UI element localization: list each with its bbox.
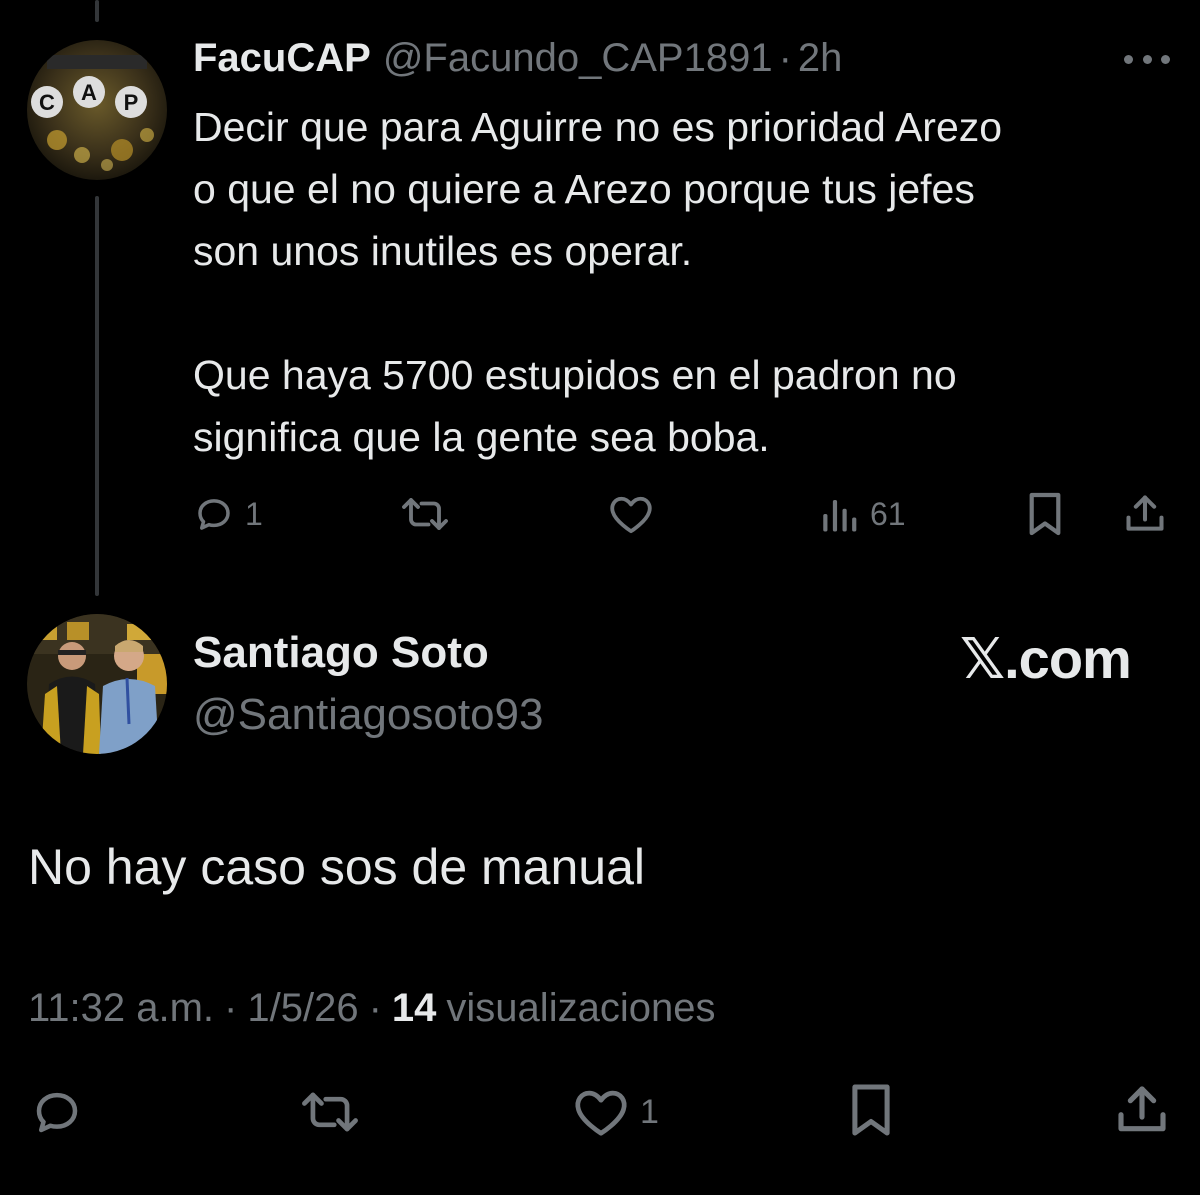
main-bookmark-button[interactable] (848, 1080, 894, 1140)
heart-icon (610, 496, 652, 534)
main-tweet-text: No hay caso sos de manual (28, 839, 646, 895)
tweet-time[interactable]: 11:32 a.m. (28, 986, 214, 1031)
tweet-views-count[interactable]: 14 (392, 986, 437, 1031)
bookmark-icon (1029, 492, 1061, 536)
reply-body: Decir que para Aguirre no es prioridad A… (193, 96, 1153, 468)
svg-text:C: C (39, 90, 55, 115)
main-author-name[interactable]: Santiago Soto (193, 628, 489, 678)
reply-header: FacuCAP @Facundo_CAP1891 · 2h (193, 36, 842, 86)
meta-separator: · (368, 986, 382, 1030)
speech-bubble-icon (198, 499, 230, 530)
reply-count: 1 (245, 495, 263, 532)
thread-connector (95, 196, 99, 596)
reply-text-line: Decir que para Aguirre no es prioridad A… (193, 104, 1003, 150)
reply-separator: · (778, 36, 792, 80)
more-options-icon[interactable] (1120, 48, 1174, 70)
meta-separator: · (224, 986, 238, 1030)
heart-icon (575, 1090, 627, 1136)
reply-text-line: Que haya 5700 estupidos en el padron no (193, 352, 957, 398)
bookmark-button[interactable] (1026, 484, 1064, 544)
views-button[interactable]: 61 (818, 484, 906, 544)
main-reply-button[interactable] (30, 1082, 94, 1142)
main-like-button[interactable]: 1 (572, 1082, 659, 1142)
bookmark-icon (852, 1084, 890, 1136)
share-button[interactable] (1123, 484, 1167, 544)
reply-text-line: son unos inutiles es operar. (193, 228, 693, 274)
svg-text:A: A (81, 80, 97, 105)
main-author-handle[interactable]: @Santiagosoto93 (193, 690, 543, 740)
speech-bubble-icon (36, 1092, 78, 1133)
main-repost-button[interactable] (298, 1082, 372, 1142)
tweet-date[interactable]: 1/5/26 (247, 986, 358, 1031)
bar-chart-icon (823, 500, 857, 532)
views-count: 61 (870, 495, 906, 532)
reply-button[interactable]: 1 (193, 484, 263, 544)
repost-arrows-icon (402, 498, 448, 530)
share-upload-icon (1118, 1086, 1166, 1132)
tweet-views-label[interactable]: visualizaciones (446, 986, 715, 1031)
facucap-avatar[interactable]: C A P (27, 40, 167, 180)
share-upload-icon (1126, 495, 1164, 531)
reply-action-bar: 1 61 (193, 484, 1173, 544)
svg-text:P: P (124, 90, 139, 115)
reply-timestamp[interactable]: 2h (798, 36, 843, 81)
santiago-soto-avatar[interactable] (27, 614, 167, 754)
reply-author-name[interactable]: FacuCAP (193, 36, 371, 81)
repost-arrows-icon (302, 1092, 358, 1132)
repost-button[interactable] (398, 484, 462, 544)
reply-author-handle[interactable]: @Facundo_CAP1891 (383, 36, 773, 81)
thread-connector-top (95, 0, 99, 22)
main-like-count: 1 (640, 1092, 659, 1131)
reply-text-line: significa que la gente sea boba. (193, 414, 770, 460)
like-button[interactable] (608, 484, 664, 544)
main-share-button[interactable] (1114, 1080, 1170, 1140)
main-action-bar: 1 (0, 1080, 1200, 1150)
tweet-metadata: 11:32 a.m. · 1/5/26 · 14 visualizaciones (28, 986, 715, 1031)
reply-text-line: o que el no quiere a Arezo porque tus je… (193, 166, 975, 212)
x-com-watermark: 𝕏.com (960, 627, 1132, 690)
